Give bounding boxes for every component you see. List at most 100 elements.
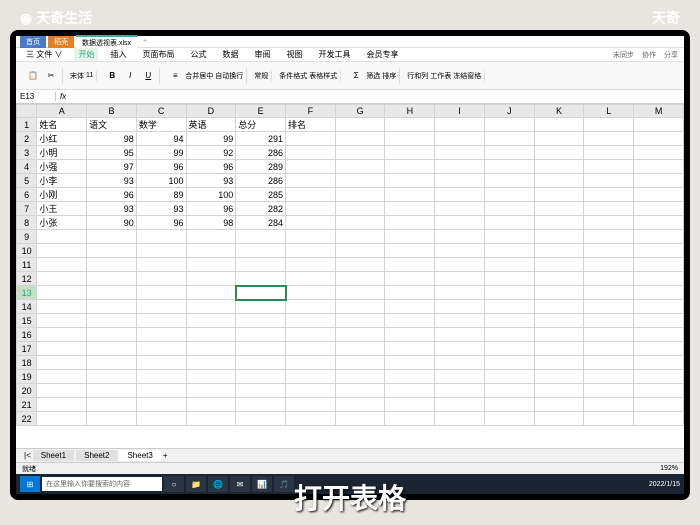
tab-add-icon[interactable]: + xyxy=(143,38,147,45)
cell[interactable] xyxy=(634,356,684,370)
cell[interactable] xyxy=(136,412,186,426)
task-icon[interactable]: ○ xyxy=(164,476,184,492)
spreadsheet-grid[interactable]: ABCDEFGHIJKLM1姓名语文数学英语总分排名2小红9894992913小… xyxy=(16,104,684,448)
cell[interactable] xyxy=(634,314,684,328)
row-header[interactable]: 19 xyxy=(17,370,37,384)
menu-dev[interactable]: 开发工具 xyxy=(314,48,354,61)
row-header[interactable]: 21 xyxy=(17,398,37,412)
cell[interactable] xyxy=(634,328,684,342)
cell[interactable] xyxy=(435,216,485,230)
cell[interactable] xyxy=(484,384,534,398)
cell[interactable] xyxy=(335,230,385,244)
cell[interactable] xyxy=(186,258,236,272)
cell[interactable] xyxy=(286,328,336,342)
cell[interactable] xyxy=(236,398,286,412)
cell[interactable] xyxy=(484,188,534,202)
search-box[interactable]: 在这里输入你要搜索的内容 xyxy=(42,477,162,491)
cell[interactable] xyxy=(286,230,336,244)
cell[interactable]: 小强 xyxy=(37,160,87,174)
cell[interactable] xyxy=(484,328,534,342)
cell[interactable] xyxy=(186,230,236,244)
cell[interactable]: 284 xyxy=(236,216,286,230)
cell[interactable] xyxy=(186,314,236,328)
cell[interactable]: 93 xyxy=(186,174,236,188)
col-header[interactable]: C xyxy=(136,105,186,118)
cell[interactable] xyxy=(335,202,385,216)
cell[interactable]: 289 xyxy=(236,160,286,174)
cell[interactable] xyxy=(584,286,634,300)
sheet-nav-icon[interactable]: |< xyxy=(24,451,31,460)
align-icon[interactable]: ≡ xyxy=(167,68,183,84)
cell[interactable]: 98 xyxy=(87,132,137,146)
sheet-tab-3[interactable]: Sheet3 xyxy=(119,450,160,461)
menu-review[interactable]: 审阅 xyxy=(250,48,274,61)
cell[interactable] xyxy=(335,188,385,202)
task-icon[interactable]: 🌐 xyxy=(208,476,228,492)
cell[interactable] xyxy=(286,356,336,370)
cell[interactable] xyxy=(534,132,584,146)
italic-button[interactable]: I xyxy=(122,68,138,84)
row-header[interactable]: 15 xyxy=(17,314,37,328)
cell[interactable] xyxy=(136,384,186,398)
cell[interactable]: 100 xyxy=(136,174,186,188)
menu-layout[interactable]: 页面布局 xyxy=(138,48,178,61)
cell[interactable]: 99 xyxy=(136,146,186,160)
cell[interactable] xyxy=(37,384,87,398)
cell[interactable] xyxy=(435,132,485,146)
cell[interactable] xyxy=(186,244,236,258)
row-header[interactable]: 8 xyxy=(17,216,37,230)
cell[interactable] xyxy=(634,384,684,398)
cell[interactable] xyxy=(87,370,137,384)
size-select[interactable]: 11 xyxy=(86,72,93,79)
col-header[interactable]: M xyxy=(634,105,684,118)
cell[interactable]: 小刚 xyxy=(37,188,87,202)
cell[interactable] xyxy=(584,244,634,258)
menu-formula[interactable]: 公式 xyxy=(186,48,210,61)
cell[interactable] xyxy=(634,300,684,314)
cell[interactable] xyxy=(37,328,87,342)
cell[interactable] xyxy=(385,188,435,202)
cell[interactable] xyxy=(87,300,137,314)
menu-start[interactable]: 开始 xyxy=(74,48,98,61)
cell[interactable] xyxy=(286,174,336,188)
sum-icon[interactable]: Σ xyxy=(348,68,364,84)
row-header[interactable]: 6 xyxy=(17,188,37,202)
cell[interactable] xyxy=(236,258,286,272)
cell[interactable] xyxy=(87,342,137,356)
cell[interactable] xyxy=(634,174,684,188)
cell[interactable] xyxy=(186,412,236,426)
cell[interactable] xyxy=(584,370,634,384)
col-header[interactable]: G xyxy=(335,105,385,118)
menu-share[interactable]: 分享 xyxy=(664,50,678,60)
cell[interactable] xyxy=(435,202,485,216)
cell[interactable] xyxy=(484,146,534,160)
cell[interactable] xyxy=(584,118,634,132)
cell[interactable] xyxy=(236,272,286,286)
cell[interactable] xyxy=(186,384,236,398)
cell[interactable]: 90 xyxy=(87,216,137,230)
cell[interactable] xyxy=(186,342,236,356)
cell[interactable] xyxy=(484,412,534,426)
cell[interactable] xyxy=(534,258,584,272)
sort-button[interactable]: 排序 xyxy=(382,71,396,81)
cell[interactable] xyxy=(385,412,435,426)
fx-icon[interactable]: fx xyxy=(56,92,70,101)
cell[interactable] xyxy=(335,244,385,258)
row-header[interactable]: 4 xyxy=(17,160,37,174)
cell[interactable] xyxy=(634,412,684,426)
cell[interactable] xyxy=(584,314,634,328)
cell[interactable] xyxy=(286,244,336,258)
cond-format[interactable]: 条件格式 xyxy=(279,71,307,81)
row-header[interactable]: 18 xyxy=(17,356,37,370)
header-cell[interactable]: 语文 xyxy=(87,118,137,132)
cell[interactable] xyxy=(286,398,336,412)
worksheet[interactable]: 工作表 xyxy=(430,71,451,81)
task-icon[interactable]: 🎵 xyxy=(274,476,294,492)
col-header[interactable]: H xyxy=(385,105,435,118)
cell[interactable] xyxy=(584,146,634,160)
cell[interactable] xyxy=(435,370,485,384)
cell[interactable] xyxy=(534,174,584,188)
cell[interactable] xyxy=(136,230,186,244)
cell[interactable] xyxy=(37,230,87,244)
cell[interactable] xyxy=(385,356,435,370)
